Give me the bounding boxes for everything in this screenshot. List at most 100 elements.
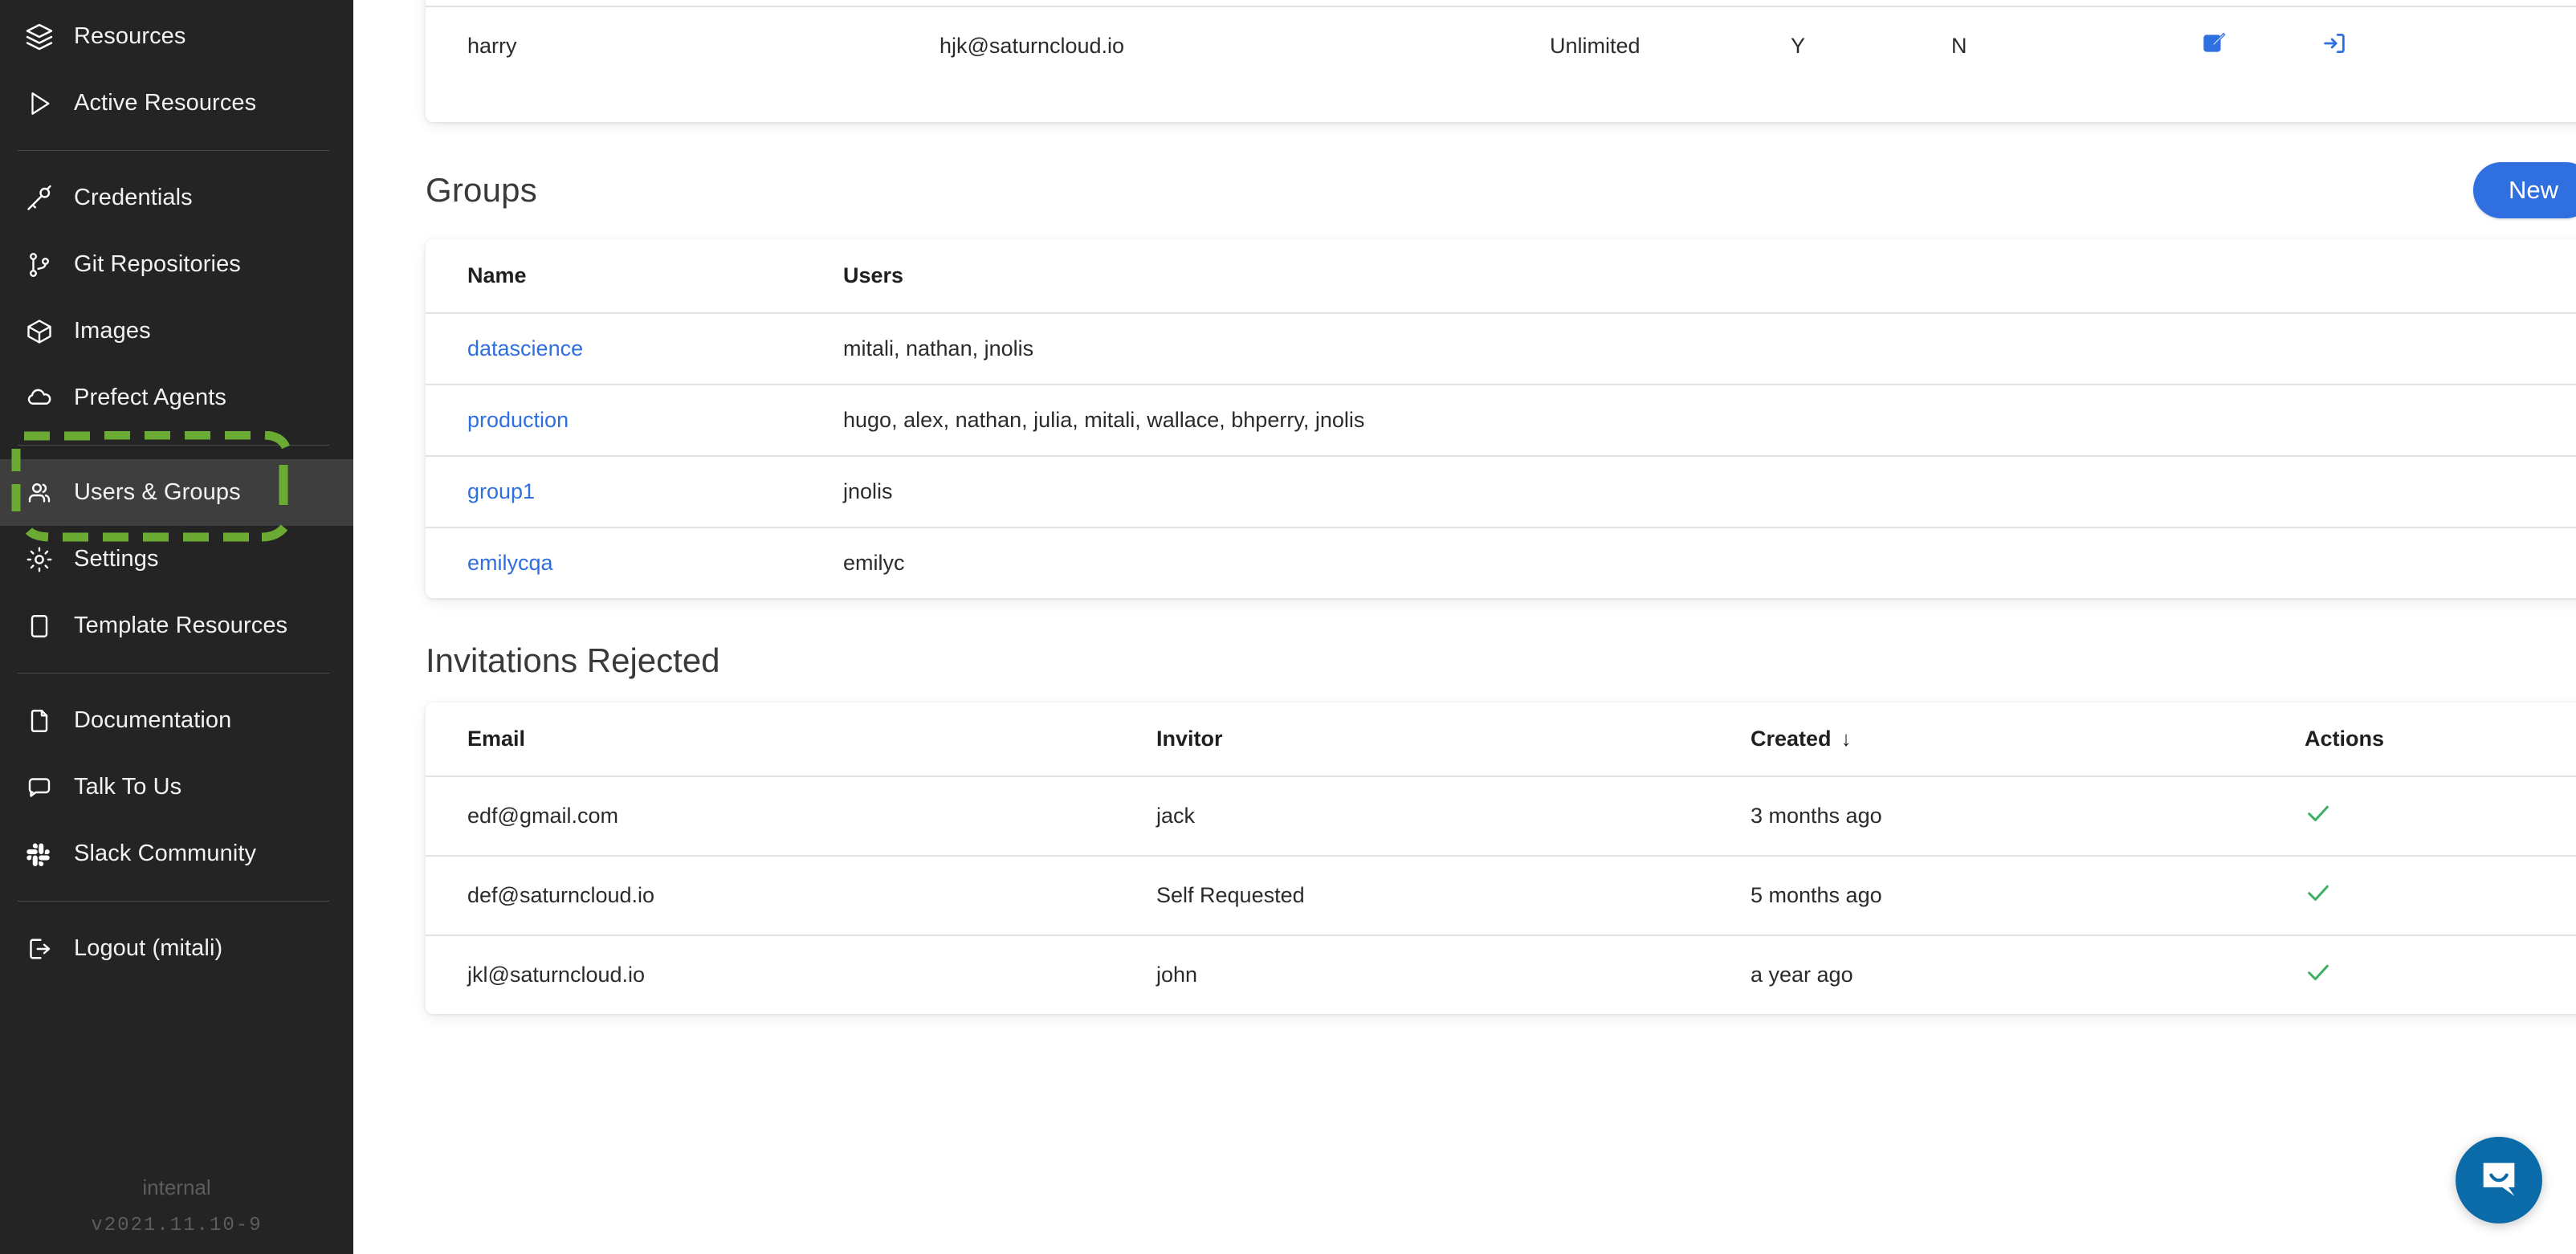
sidebar-item-label: Prefect Agents: [74, 385, 227, 410]
sidebar-item-label: Logout (mitali): [74, 935, 223, 961]
table-row[interactable]: production hugo, alex, nathan, julia, mi…: [426, 384, 2576, 456]
edit-square-icon[interactable]: [2200, 30, 2228, 57]
group-name-cell: datascience: [426, 312, 843, 385]
group-link[interactable]: emilycqa: [467, 551, 553, 575]
check-icon[interactable]: [2305, 959, 2332, 986]
group-link[interactable]: production: [467, 408, 569, 432]
sidebar-item-label: Users & Groups: [74, 479, 241, 505]
user-username: harry: [426, 6, 940, 85]
group-users-cell: jnolis: [843, 455, 2576, 527]
user-username: ron: [426, 0, 940, 6]
new-group-button[interactable]: New: [2472, 162, 2576, 218]
invitation-created: a year ago: [1751, 934, 2305, 1014]
sidebar-item-label: Talk To Us: [74, 774, 182, 800]
user-flag-2: N: [1951, 6, 2200, 85]
table-row[interactable]: jkl@saturncloud.io john a year ago: [426, 934, 2576, 1014]
sidebar-item-prefect-agents[interactable]: Prefect Agents: [0, 364, 353, 431]
layers-icon: [24, 22, 55, 52]
sidebar-item-users-and-groups[interactable]: Users & Groups: [0, 459, 353, 526]
table-row[interactable]: emilycqa emilyc: [426, 527, 2576, 598]
page-title-invitations-rejected: Invitations Rejected: [426, 641, 720, 679]
cube-icon: [24, 316, 55, 347]
groups-table: Name Users datascience mitali, nathan, j…: [426, 239, 2576, 598]
sidebar-item-label: Settings: [74, 546, 159, 572]
users-table: ron rst@saturncloud.io Unlimited Y N: [426, 0, 2576, 85]
sidebar-item-active-resources[interactable]: Active Resources: [0, 70, 353, 136]
invitation-actions: [2305, 855, 2576, 935]
column-header-created[interactable]: Created ↓: [1751, 702, 2305, 776]
users-table-body: ron rst@saturncloud.io Unlimited Y N: [426, 0, 2576, 85]
invitation-email: edf@gmail.com: [426, 776, 1156, 856]
table-header-row: Email Invitor Created ↓ Actions: [426, 702, 2576, 776]
logout-icon: [24, 934, 55, 964]
user-limit: Unlimited: [1550, 6, 1791, 85]
user-edit-cell: [2200, 0, 2321, 6]
clipboard-icon: [24, 611, 55, 641]
column-header-email[interactable]: Email: [426, 702, 1156, 776]
invitation-actions: [2305, 776, 2576, 856]
column-header-invitor[interactable]: Invitor: [1156, 702, 1751, 776]
table-row[interactable]: edf@gmail.com jack 3 months ago: [426, 776, 2576, 856]
user-email: rst@saturncloud.io: [940, 0, 1550, 6]
sidebar-item-talk-to-us[interactable]: Talk To Us: [0, 754, 353, 820]
invitation-email: def@saturncloud.io: [426, 855, 1156, 935]
page-title-groups: Groups: [426, 171, 537, 209]
sidebar-item-settings[interactable]: Settings: [0, 526, 353, 592]
sidebar-item-credentials[interactable]: Credentials: [0, 165, 353, 231]
invitation-created: 3 months ago: [1751, 776, 2305, 856]
version-label: v2021.11.10-9: [91, 1215, 263, 1236]
sidebar-item-slack-community[interactable]: Slack Community: [0, 820, 353, 887]
app-root: Resources Active Resources Credentials G…: [0, 0, 2576, 1254]
column-header-users[interactable]: Users: [843, 239, 2576, 313]
user-limit: Unlimited: [1550, 0, 1791, 6]
check-icon[interactable]: [2305, 800, 2332, 827]
groups-table-body: datascience mitali, nathan, jnolis produ…: [426, 312, 2576, 598]
user-login-cell: [2321, 6, 2576, 85]
sidebar-item-documentation[interactable]: Documentation: [0, 687, 353, 754]
sidebar-item-resources[interactable]: Resources: [0, 3, 353, 70]
group-name-cell: emilycqa: [426, 527, 843, 598]
group-link[interactable]: group1: [467, 479, 535, 503]
user-flag-1: Y: [1791, 6, 1951, 85]
table-row[interactable]: ron rst@saturncloud.io Unlimited Y N: [426, 0, 2576, 6]
table-row[interactable]: def@saturncloud.io Self Requested 5 mont…: [426, 855, 2576, 935]
invitation-email: jkl@saturncloud.io: [426, 934, 1156, 1014]
users-card: ron rst@saturncloud.io Unlimited Y N: [426, 0, 2576, 122]
play-triangle-icon: [24, 88, 55, 119]
sidebar-divider-2: [18, 445, 329, 446]
column-header-created-label: Created: [1751, 727, 1832, 751]
group-link[interactable]: datascience: [467, 336, 583, 360]
user-flag-2: N: [1951, 0, 2200, 6]
sidebar-item-template-resources[interactable]: Template Resources: [0, 592, 353, 659]
table-row[interactable]: datascience mitali, nathan, jnolis: [426, 312, 2576, 385]
sort-descending-icon: ↓: [1840, 727, 1852, 751]
intercom-chat-icon: [2476, 1155, 2522, 1206]
content-column: ron rst@saturncloud.io Unlimited Y N: [426, 0, 2576, 1014]
invitation-actions: [2305, 934, 2576, 1014]
user-flag-1: Y: [1791, 0, 1951, 6]
sidebar-item-logout[interactable]: Logout (mitali): [0, 915, 353, 982]
sidebar-footer: internal v2021.11.10-9: [0, 1175, 353, 1254]
group-name-cell: group1: [426, 455, 843, 527]
group-users-cell: emilyc: [843, 527, 2576, 598]
sidebar: Resources Active Resources Credentials G…: [0, 0, 353, 1254]
sidebar-item-label: Git Repositories: [74, 251, 241, 277]
invitations-table-head: Email Invitor Created ↓ Actions: [426, 702, 2576, 776]
sidebar-item-git-repositories[interactable]: Git Repositories: [0, 231, 353, 298]
chat-bubble-icon: [24, 772, 55, 803]
environment-label: internal: [142, 1175, 211, 1199]
gear-icon: [24, 544, 55, 575]
main-content: ron rst@saturncloud.io Unlimited Y N: [353, 0, 2576, 1254]
user-login-cell: [2321, 0, 2576, 6]
chat-launcher-button[interactable]: [2456, 1137, 2542, 1223]
column-header-name[interactable]: Name: [426, 239, 843, 313]
group-users-cell: mitali, nathan, jnolis: [843, 312, 2576, 385]
sidebar-item-images[interactable]: Images: [0, 298, 353, 364]
sidebar-item-label: Credentials: [74, 185, 193, 210]
table-row[interactable]: group1 jnolis: [426, 455, 2576, 527]
table-row[interactable]: harry hjk@saturncloud.io Unlimited Y N: [426, 6, 2576, 85]
login-arrow-icon[interactable]: [2321, 30, 2348, 57]
group-users-cell: hugo, alex, nathan, julia, mitali, walla…: [843, 384, 2576, 456]
check-icon[interactable]: [2305, 879, 2332, 906]
